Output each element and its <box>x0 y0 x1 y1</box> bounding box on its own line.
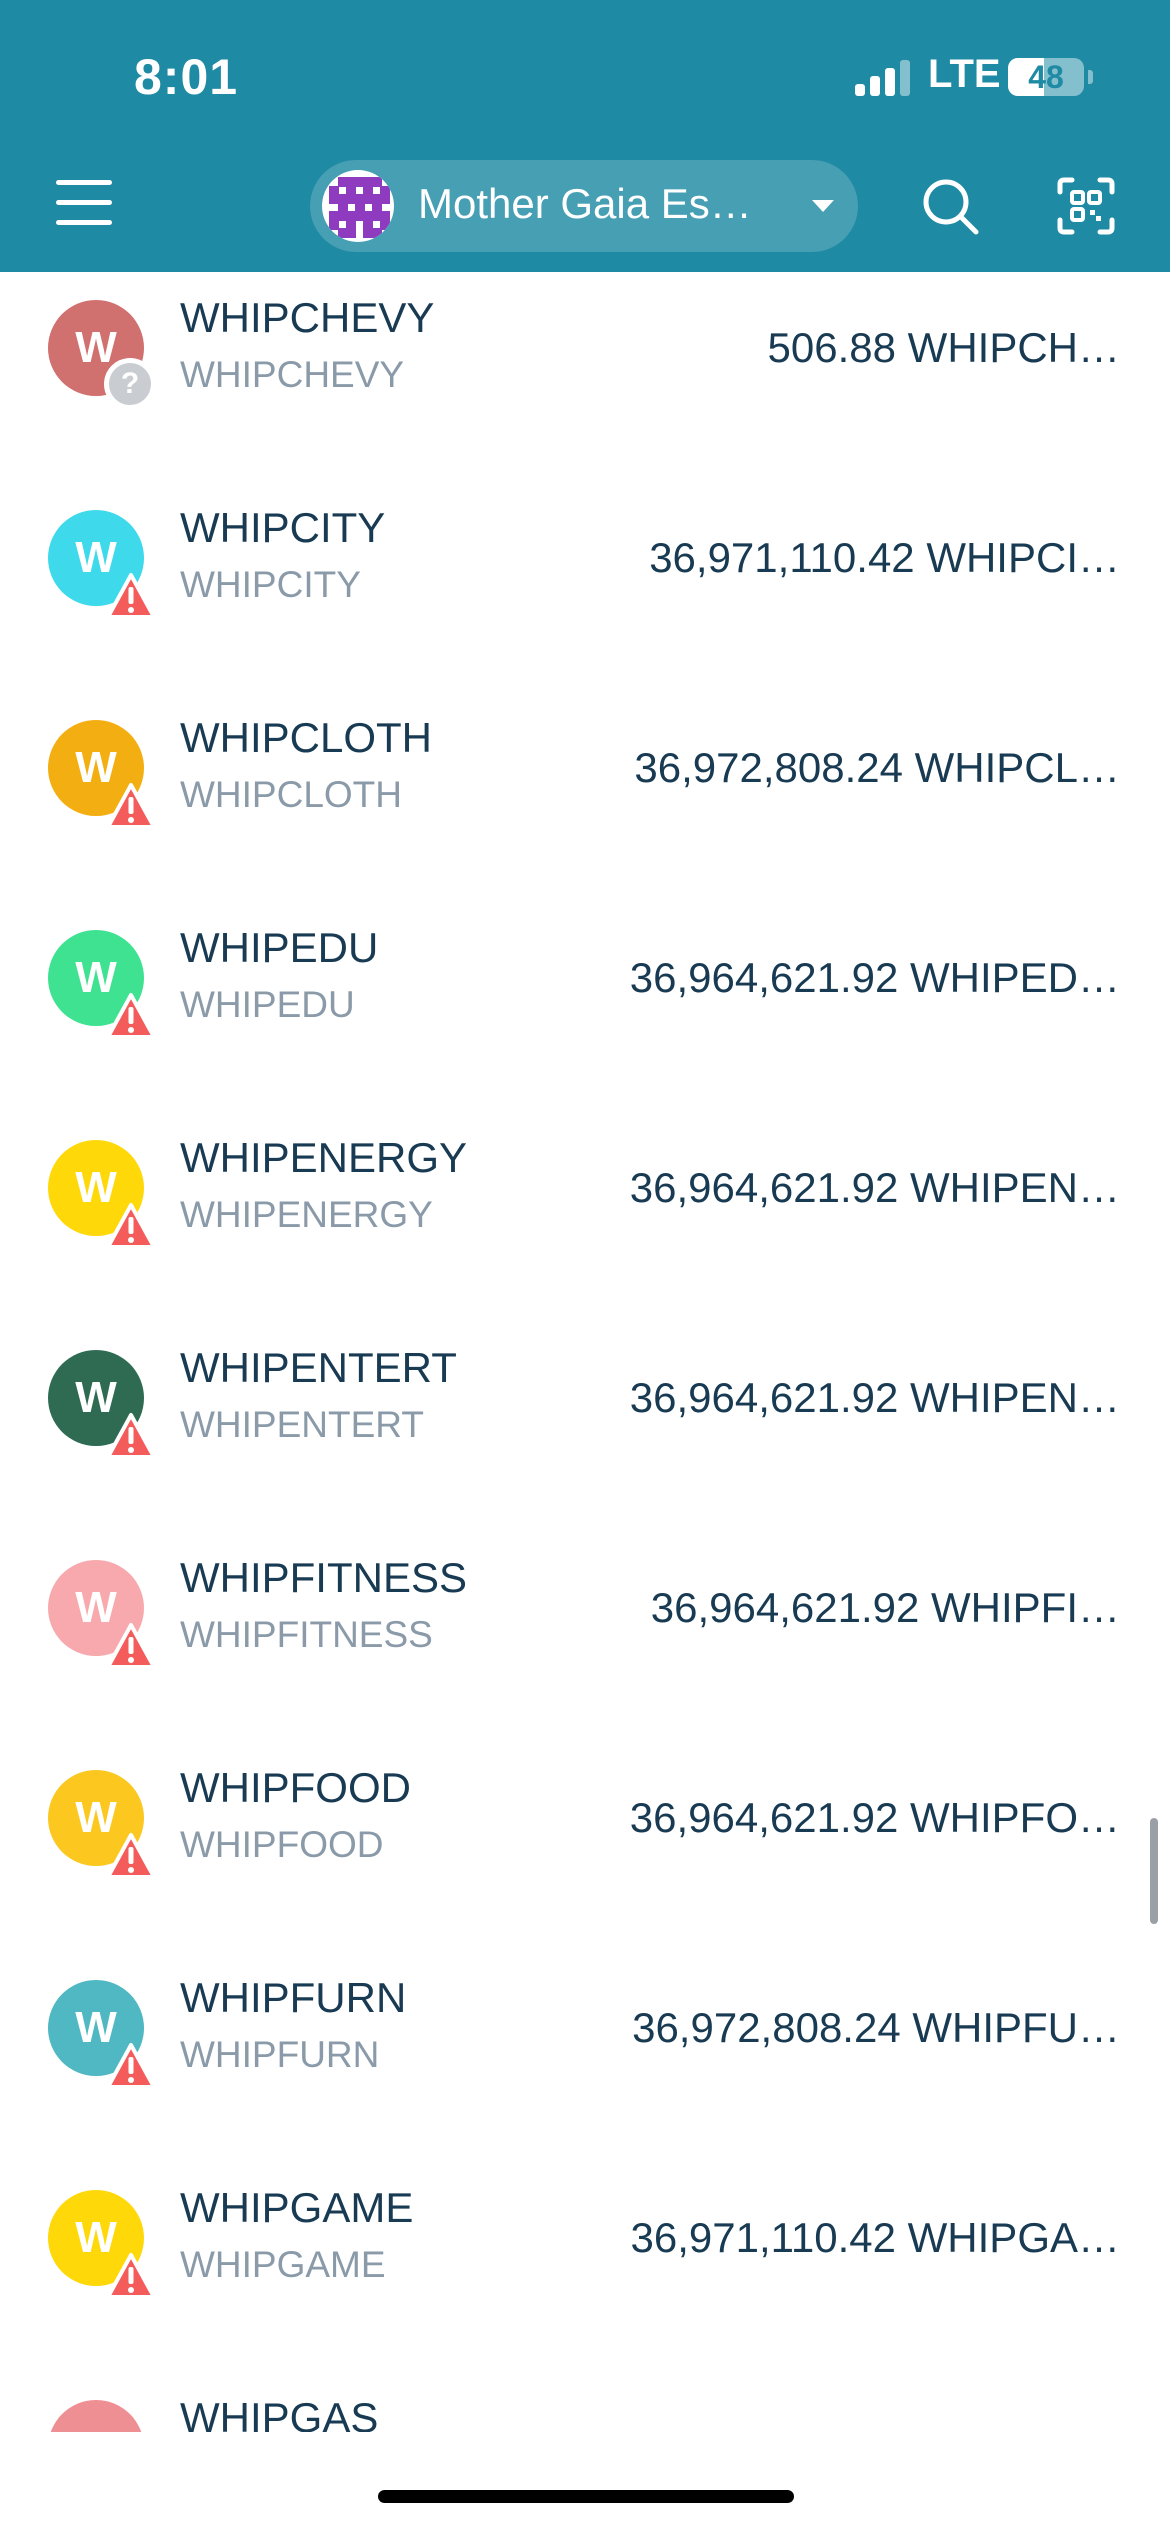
token-row[interactable]: W WHIPENTERT WHIPENTERT 36,964,621.92 WHIPE… <box>0 1334 1170 1544</box>
token-symbol: WHIPCLOTH <box>180 774 402 815</box>
token-balance: 36,971,110.42 WHIPCI… <box>649 534 1120 581</box>
token-balance: 36,972,808.24 WHIPFU… <box>632 2004 1120 2051</box>
token-balance: 36,964,621.92 WHIPGA… <box>627 2424 1120 2432</box>
token-row[interactable]: W WHIPEDU WHIPEDU 36,964,621.92 WHIPED… <box>0 914 1170 1124</box>
warning-triangle-icon <box>106 1413 156 1459</box>
token-symbol: WHIPCHEVY <box>180 354 405 395</box>
token-symbol: WHIPEDU <box>180 984 355 1025</box>
token-row[interactable]: W WHIPFURN WHIPFURN 36,972,808.24 WHIPFU… <box>0 1964 1170 2174</box>
token-balance: 36,971,110.42 WHIPGA… <box>630 2214 1120 2261</box>
token-row[interactable]: W? WHIPCHEVY WHIPCHEVY 506.88 WHIPCH… <box>0 284 1170 494</box>
warning-triangle-icon <box>106 2043 156 2089</box>
token-row[interactable]: W WHIPCITY WHIPCITY 36,971,110.42 WHIPCI… <box>0 494 1170 704</box>
warning-triangle-icon <box>106 1833 156 1879</box>
token-list[interactable]: W? WHIPCHEVY WHIPCHEVY 506.88 WHIPCH… W WHIPC… <box>0 272 1170 2432</box>
battery-percent: 48 <box>1028 59 1064 95</box>
caret-down-icon <box>812 200 834 212</box>
home-indicator[interactable] <box>378 2490 794 2503</box>
cellular-signal-icon <box>855 56 915 96</box>
scrollbar[interactable] <box>1150 1818 1158 1924</box>
token-name: WHIPFURN <box>180 1974 407 2021</box>
token-balance: 36,964,621.92 WHIPFI… <box>650 1584 1120 1631</box>
token-balance: 506.88 WHIPCH… <box>767 324 1120 371</box>
token-symbol: WHIPENERGY <box>180 1194 433 1235</box>
account-avatar <box>322 170 394 242</box>
token-name: WHIPENERGY <box>180 1134 468 1181</box>
token-name: WHIPCLOTH <box>180 714 432 761</box>
token-name: WHIPENTERT <box>180 1344 457 1391</box>
battery-nub <box>1088 70 1093 84</box>
warning-triangle-icon <box>106 573 156 619</box>
token-balance: 36,964,621.92 WHIPED… <box>629 954 1120 1001</box>
hamburger-icon[interactable] <box>56 178 112 226</box>
token-balance: 36,964,621.92 WHIPEN… <box>629 1374 1120 1421</box>
account-name: Mother Gaia Es… <box>418 180 752 227</box>
token-name: WHIPCITY <box>180 504 386 551</box>
network-type: LTE <box>928 52 1001 96</box>
wallet-screen: 8:01 LTE 48 Mother Gaia Es… W ? WHIPCHEV… <box>0 0 1170 2532</box>
token-name: WHIPFITNESS <box>180 1554 468 1601</box>
warning-triangle-icon <box>106 993 156 1039</box>
token-balance: 36,964,621.92 WHIPEN… <box>629 1164 1120 1211</box>
token-balance: 36,964,621.92 WHIPFO… <box>629 1794 1120 1841</box>
avatar-pixel <box>380 219 390 230</box>
token-name: WHIPGAME <box>180 2184 414 2231</box>
token-balance: 36,972,808.24 WHIPCL… <box>634 744 1120 791</box>
token-symbol: WHIPFITNESS <box>180 1614 433 1655</box>
token-symbol: WHIPENTERT <box>180 1404 424 1445</box>
avatar-pixel <box>380 194 390 204</box>
token-name: WHIPFOOD <box>180 1764 411 1811</box>
token-symbol: WHIPGAME <box>180 2244 386 2285</box>
warning-triangle-icon <box>106 1203 156 1249</box>
app-header: 8:01 LTE 48 Mother Gaia Es… <box>0 0 1170 272</box>
token-symbol: WHIPCITY <box>180 564 361 605</box>
avatar-pixel <box>346 228 356 238</box>
qr-scan-icon[interactable] <box>1056 176 1116 236</box>
battery-icon: 48 <box>1008 58 1084 96</box>
token-row[interactable]: WWHIPGASWHIPGAS36,964,621.92 WHIPGA… <box>0 2384 1170 2432</box>
token-symbol: WHIPFURN <box>180 2034 380 2075</box>
status-time: 8:01 <box>134 49 239 105</box>
token-row[interactable]: W WHIPCLOTH WHIPCLOTH 36,972,808.24 WHIPCL… <box>0 704 1170 914</box>
token-icon: W <box>48 2400 144 2432</box>
question-mark-icon: ? <box>104 358 156 410</box>
avatar-pixel <box>371 228 382 238</box>
warning-triangle-icon <box>106 1623 156 1669</box>
token-symbol: WHIPFOOD <box>180 1824 384 1865</box>
token-row[interactable]: W WHIPGAME WHIPGAME 36,971,110.42 WHIPGA… <box>0 2174 1170 2384</box>
search-icon[interactable] <box>920 176 980 236</box>
token-name: WHIPCHEVY <box>180 294 435 341</box>
token-name: WHIPEDU <box>180 924 379 971</box>
token-row[interactable]: W WHIPFOOD WHIPFOOD 36,964,621.92 WHIPFO… <box>0 1754 1170 1964</box>
warning-triangle-icon <box>106 783 156 829</box>
token-row[interactable]: W WHIPENERGY WHIPENERGY 36,964,621.92 WHIPE… <box>0 1124 1170 1334</box>
token-row[interactable]: W WHIPFITNESS WHIPFITNESS 36,964,621.92 WHI… <box>0 1544 1170 1754</box>
token-name: WHIPGAS <box>180 2394 379 2432</box>
account-selector[interactable]: Mother Gaia Es… <box>310 160 858 252</box>
warning-triangle-icon <box>106 2253 156 2299</box>
